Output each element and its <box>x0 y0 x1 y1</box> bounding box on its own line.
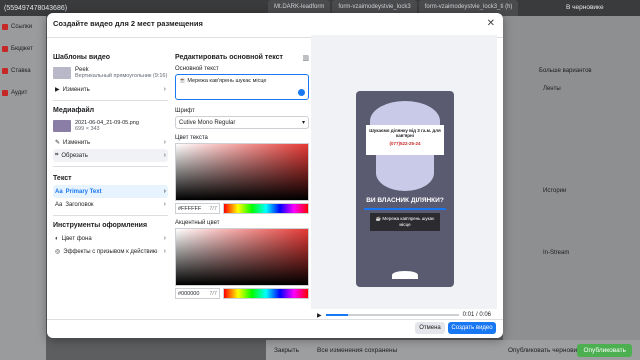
close-icon[interactable]: ✕ <box>487 18 495 29</box>
edit-panel: Редактировать основной текст ▥ Основной … <box>175 38 309 313</box>
text-icon: Aa <box>55 201 63 208</box>
banner-card: Шукаємо ділянку від 3 га.м. для кав'ярні… <box>366 125 444 155</box>
media-card[interactable]: 2021-06-04_21-09-05.png 699 × 343 <box>53 120 168 132</box>
banner-text: Шукаємо ділянку від 3 га.м. для кав'ярні <box>369 128 441 138</box>
feeds-label: Ленты <box>543 86 561 92</box>
preview-caption: ☕ Мережа кав'ярень шукає місце <box>370 213 440 231</box>
background-sidebar: Ссылки Бюджет Ставка Аудит <box>0 16 46 360</box>
chevron-right-icon: › <box>163 235 166 242</box>
text-icon: Aa <box>55 188 63 195</box>
chevron-right-icon: › <box>163 248 166 255</box>
phone-mockup: Шукаємо ділянку від 3 га.м. для кав'ярні… <box>356 91 454 287</box>
banner-shape <box>376 155 434 191</box>
chevron-right-icon: › <box>163 86 166 93</box>
chevron-right-icon: › <box>163 139 166 146</box>
campaign-icon <box>2 90 8 96</box>
emoji-picker-icon[interactable] <box>298 89 305 96</box>
templates-title: Шаблоны видео <box>53 54 111 61</box>
account-id: (559497478043686) <box>4 4 68 12</box>
main-text-input[interactable]: ☕ Мережа кав'ярень шукає місце <box>175 74 309 100</box>
video-preview: Шукаємо ділянку від 3 га.м. для кав'ярні… <box>311 35 497 309</box>
accent-color-hex-input[interactable]: #000000 7/7 <box>175 288 220 299</box>
divider <box>53 166 168 167</box>
seek-bar[interactable] <box>325 314 459 316</box>
text-color-label: Цвет текста <box>175 135 208 141</box>
stories-label: Истории <box>543 188 567 194</box>
tools-title: Инструменты оформления <box>53 222 148 229</box>
divider <box>53 215 168 216</box>
cta-effects-item[interactable]: ◎ Эффекты с призывом к действию › <box>53 245 168 258</box>
list-item[interactable]: Ставка <box>0 60 46 82</box>
coffee-emoji-icon: ☕ <box>375 216 382 221</box>
palette-icon: ◐ <box>55 235 59 242</box>
media-size: 699 × 343 <box>75 126 100 132</box>
divider <box>47 319 503 320</box>
create-video-dialog: Создайте видео для 2 мест размещения ✕ Ш… <box>47 13 503 338</box>
coffee-emoji-icon: ☕ <box>179 78 186 84</box>
list-item[interactable]: Аудит <box>0 82 46 104</box>
cancel-button[interactable]: Отмена <box>415 322 445 334</box>
crop-button[interactable]: ⌗ Обрезать › <box>53 149 168 162</box>
close-link[interactable]: Закрыть <box>274 347 299 354</box>
divider <box>53 100 168 101</box>
heading-item[interactable]: Aa Заголовок › <box>53 198 168 211</box>
background-placements: Больше вариантов Ленты Истории In-Stream <box>503 16 640 360</box>
template-card[interactable]: Peek Вертикальный прямоугольник (9:16) <box>53 67 168 79</box>
font-label: Шрифт <box>175 108 195 114</box>
video-time: 0:01 / 0:06 <box>462 312 491 318</box>
accent-hue-slider[interactable] <box>223 288 309 299</box>
saved-status: Все изменения сохранены <box>317 346 398 354</box>
headline-underline <box>364 208 446 210</box>
seek-progress <box>325 314 349 316</box>
primary-text-item[interactable]: Aa Primary Text › <box>53 185 168 198</box>
publish-button[interactable]: Опубликовать <box>577 344 632 357</box>
layout-icon[interactable]: ▥ <box>302 54 309 62</box>
campaign-icon <box>2 46 8 52</box>
text-title: Текст <box>53 175 72 182</box>
text-color-picker[interactable] <box>175 143 309 201</box>
preview-headline: ВИ ВЛАСНИК ДІЛЯНКИ? <box>366 197 444 204</box>
instream-label: In-Stream <box>543 250 570 256</box>
effects-icon: ◎ <box>55 249 61 255</box>
draft-status: В черновике <box>566 4 604 11</box>
media-title: Медиафайл <box>53 107 95 114</box>
chevron-right-icon: › <box>163 152 166 159</box>
media-thumbnail <box>53 120 71 132</box>
chevron-right-icon: › <box>163 188 166 195</box>
edit-header: Редактировать основной текст ▥ <box>175 54 309 62</box>
text-color-row: #FFFFFF 7/7 <box>175 203 309 214</box>
left-panel: Шаблоны видео Peek Вертикальный прямоуго… <box>47 38 174 293</box>
play-icon[interactable]: ▶ <box>317 312 322 319</box>
campaign-icon <box>2 24 8 30</box>
accent-color-row: #000000 7/7 <box>175 288 309 299</box>
background-footer: Закрыть Все изменения сохранены Опублико… <box>266 340 640 360</box>
template-desc: Вертикальный прямоугольник (9:16) <box>75 73 168 79</box>
accent-color-label: Акцентный цвет <box>175 220 220 226</box>
text-hue-slider[interactable] <box>223 203 309 214</box>
accent-color-picker[interactable] <box>175 228 309 286</box>
main-text-label: Основной текст <box>175 66 219 72</box>
publish-drafts-link[interactable]: Опубликовать черновик <box>508 347 580 354</box>
list-item[interactable]: Бюджет <box>0 38 46 60</box>
campaign-icon <box>2 68 8 74</box>
change-media-button[interactable]: ✎ Изменить › <box>53 136 168 149</box>
background-color-item[interactable]: ◐ Цвет фона › <box>53 232 168 245</box>
phone-number: (077)522-25-24 <box>389 141 421 146</box>
create-video-button[interactable]: Создать видео <box>448 322 496 334</box>
pencil-icon: ✎ <box>55 140 61 146</box>
chevron-down-icon: ▾ <box>301 120 305 126</box>
banner-shape <box>392 271 418 279</box>
change-template-button[interactable]: ▶ Изменить › <box>53 83 168 96</box>
text-color-hex-input[interactable]: #FFFFFF 7/7 <box>175 203 220 214</box>
crop-icon: ⌗ <box>55 152 59 158</box>
chevron-right-icon: › <box>163 201 166 208</box>
more-options-button[interactable]: Больше вариантов <box>539 68 592 74</box>
list-item[interactable]: Ссылки <box>0 16 46 38</box>
dialog-title: Создайте видео для 2 мест размещения <box>53 19 203 28</box>
edit-title: Редактировать основной текст <box>175 54 283 61</box>
font-select[interactable]: Cutive Mono Regular ▾ <box>175 116 309 129</box>
template-thumbnail <box>53 67 71 79</box>
play-icon: ▶ <box>55 87 60 93</box>
